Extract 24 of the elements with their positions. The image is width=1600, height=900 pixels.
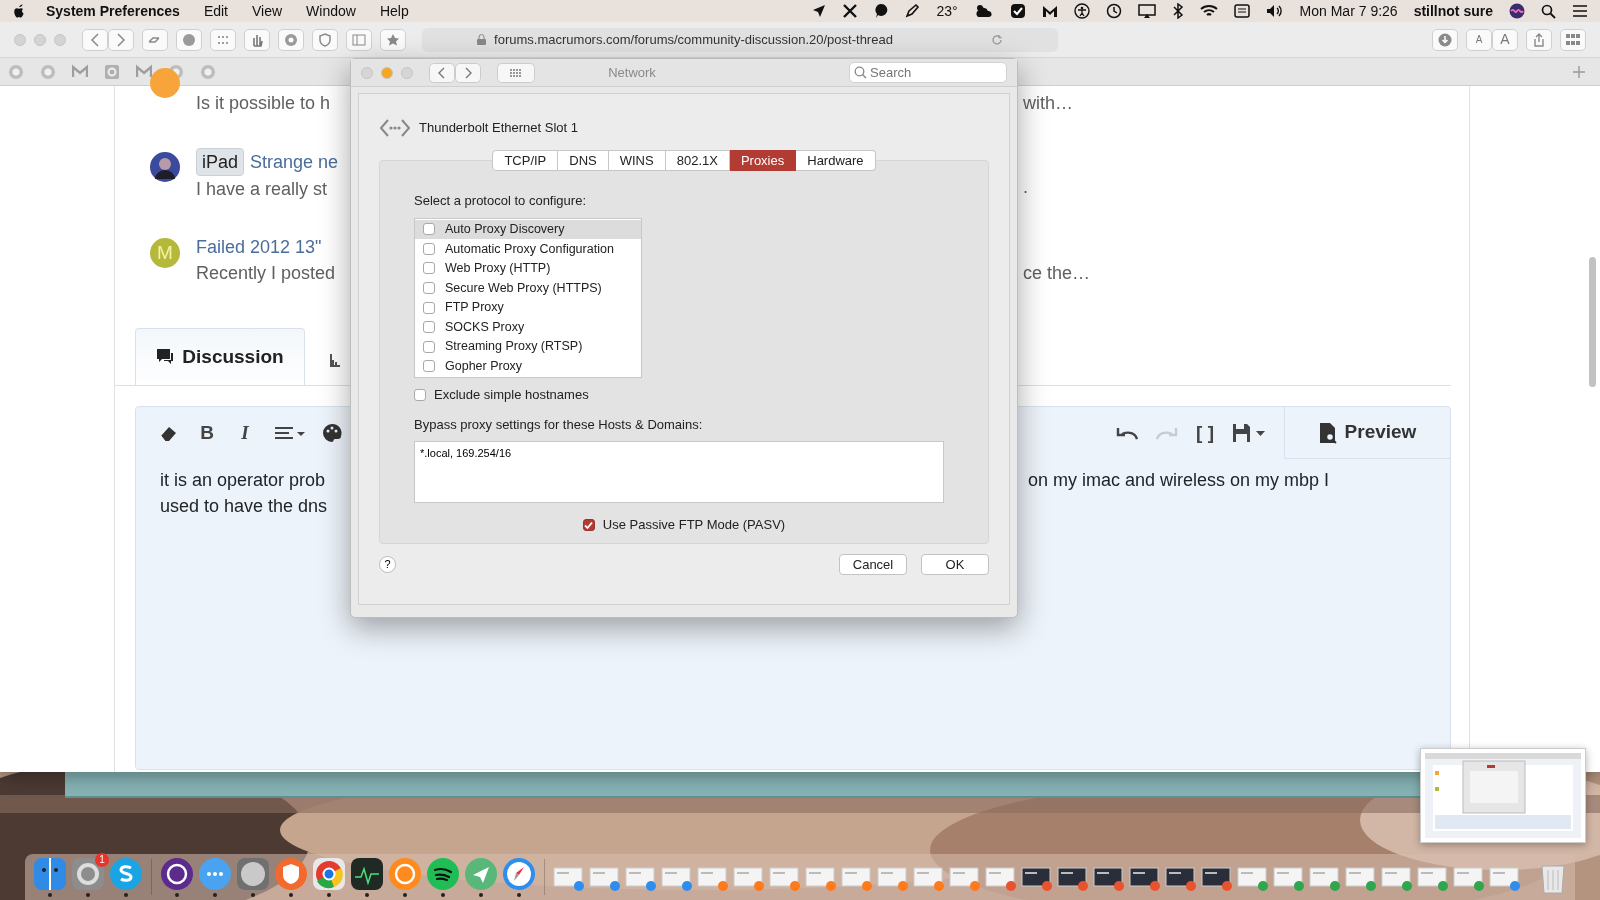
editor-text: on my imac and wireless on my mbp I	[1028, 470, 1330, 490]
checkbox-label: Exclude simple hostnames	[434, 386, 589, 405]
address-text: forums.macrumors.com/forums/community-discussion.20/post-thread	[494, 30, 893, 49]
checkbox-label: Gopher Proxy	[445, 358, 523, 376]
thread-snippet: .	[1022, 176, 1029, 199]
thread-snippet: with…	[1022, 92, 1074, 115]
checkbox-label: FTP Proxy	[445, 299, 504, 317]
section-label: Bypass proxy settings for these Hosts & Domains:	[414, 415, 704, 434]
window-title: Network	[607, 63, 657, 82]
thread-snippet: Recently I posted	[196, 262, 336, 285]
editor-text: used to have the dns	[160, 495, 329, 518]
checkbox-label: Secure Web Proxy (HTTPS)	[445, 279, 602, 297]
checkbox-label: Auto Proxy Discovery	[445, 220, 565, 238]
thread-snippet: Is it possible to h	[196, 92, 331, 115]
checkbox-label: Use Passive FTP Mode (PASV)	[602, 516, 786, 535]
editor-text: it is an operator prob	[160, 469, 327, 492]
checkbox-label: SOCKS Proxy	[445, 318, 525, 336]
thread-snippet: I have a really st	[196, 178, 329, 201]
checkbox-label: Streaming Proxy (RTSP)	[445, 338, 583, 356]
section-label: Select a protocol to configure:	[414, 192, 587, 210]
checkbox-label: Automatic Proxy Configuration	[445, 240, 614, 258]
thread-snippet: ce the…	[1022, 262, 1092, 285]
checkbox-label: Web Proxy (HTTP)	[445, 260, 551, 278]
interface-name: Thunderbolt Ethernet Slot 1	[419, 119, 578, 138]
